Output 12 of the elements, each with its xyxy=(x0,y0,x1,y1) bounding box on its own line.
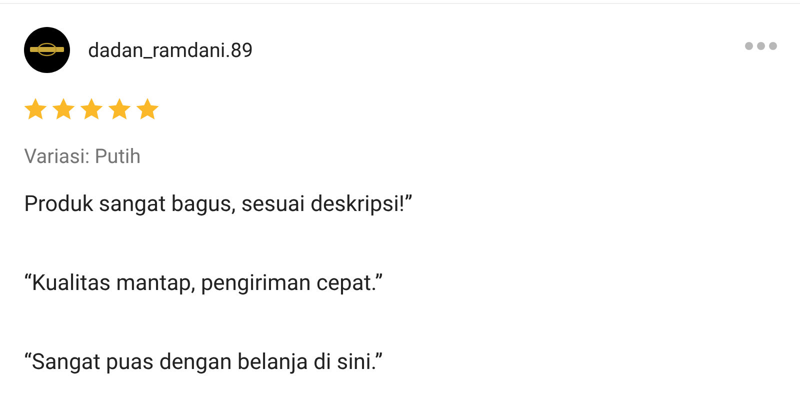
review-text: Produk sangat bagus, sesuai deskripsi!” xyxy=(24,194,414,216)
review-text: “Sangat puas dengan belanja di sini.” xyxy=(24,352,384,374)
avatar-logo xyxy=(24,27,70,73)
star-icon xyxy=(108,98,131,120)
review-text: “Kualitas mantap, pengiriman cepat.” xyxy=(24,273,384,295)
star-icon xyxy=(80,98,103,120)
more-options-icon[interactable] xyxy=(744,41,778,51)
username: dadan_ramdani.89 xyxy=(88,40,254,60)
star-icon xyxy=(24,98,47,120)
star-icon xyxy=(52,98,75,120)
star-icon xyxy=(136,98,159,120)
variation-label: Variasi: Putih xyxy=(24,146,142,166)
